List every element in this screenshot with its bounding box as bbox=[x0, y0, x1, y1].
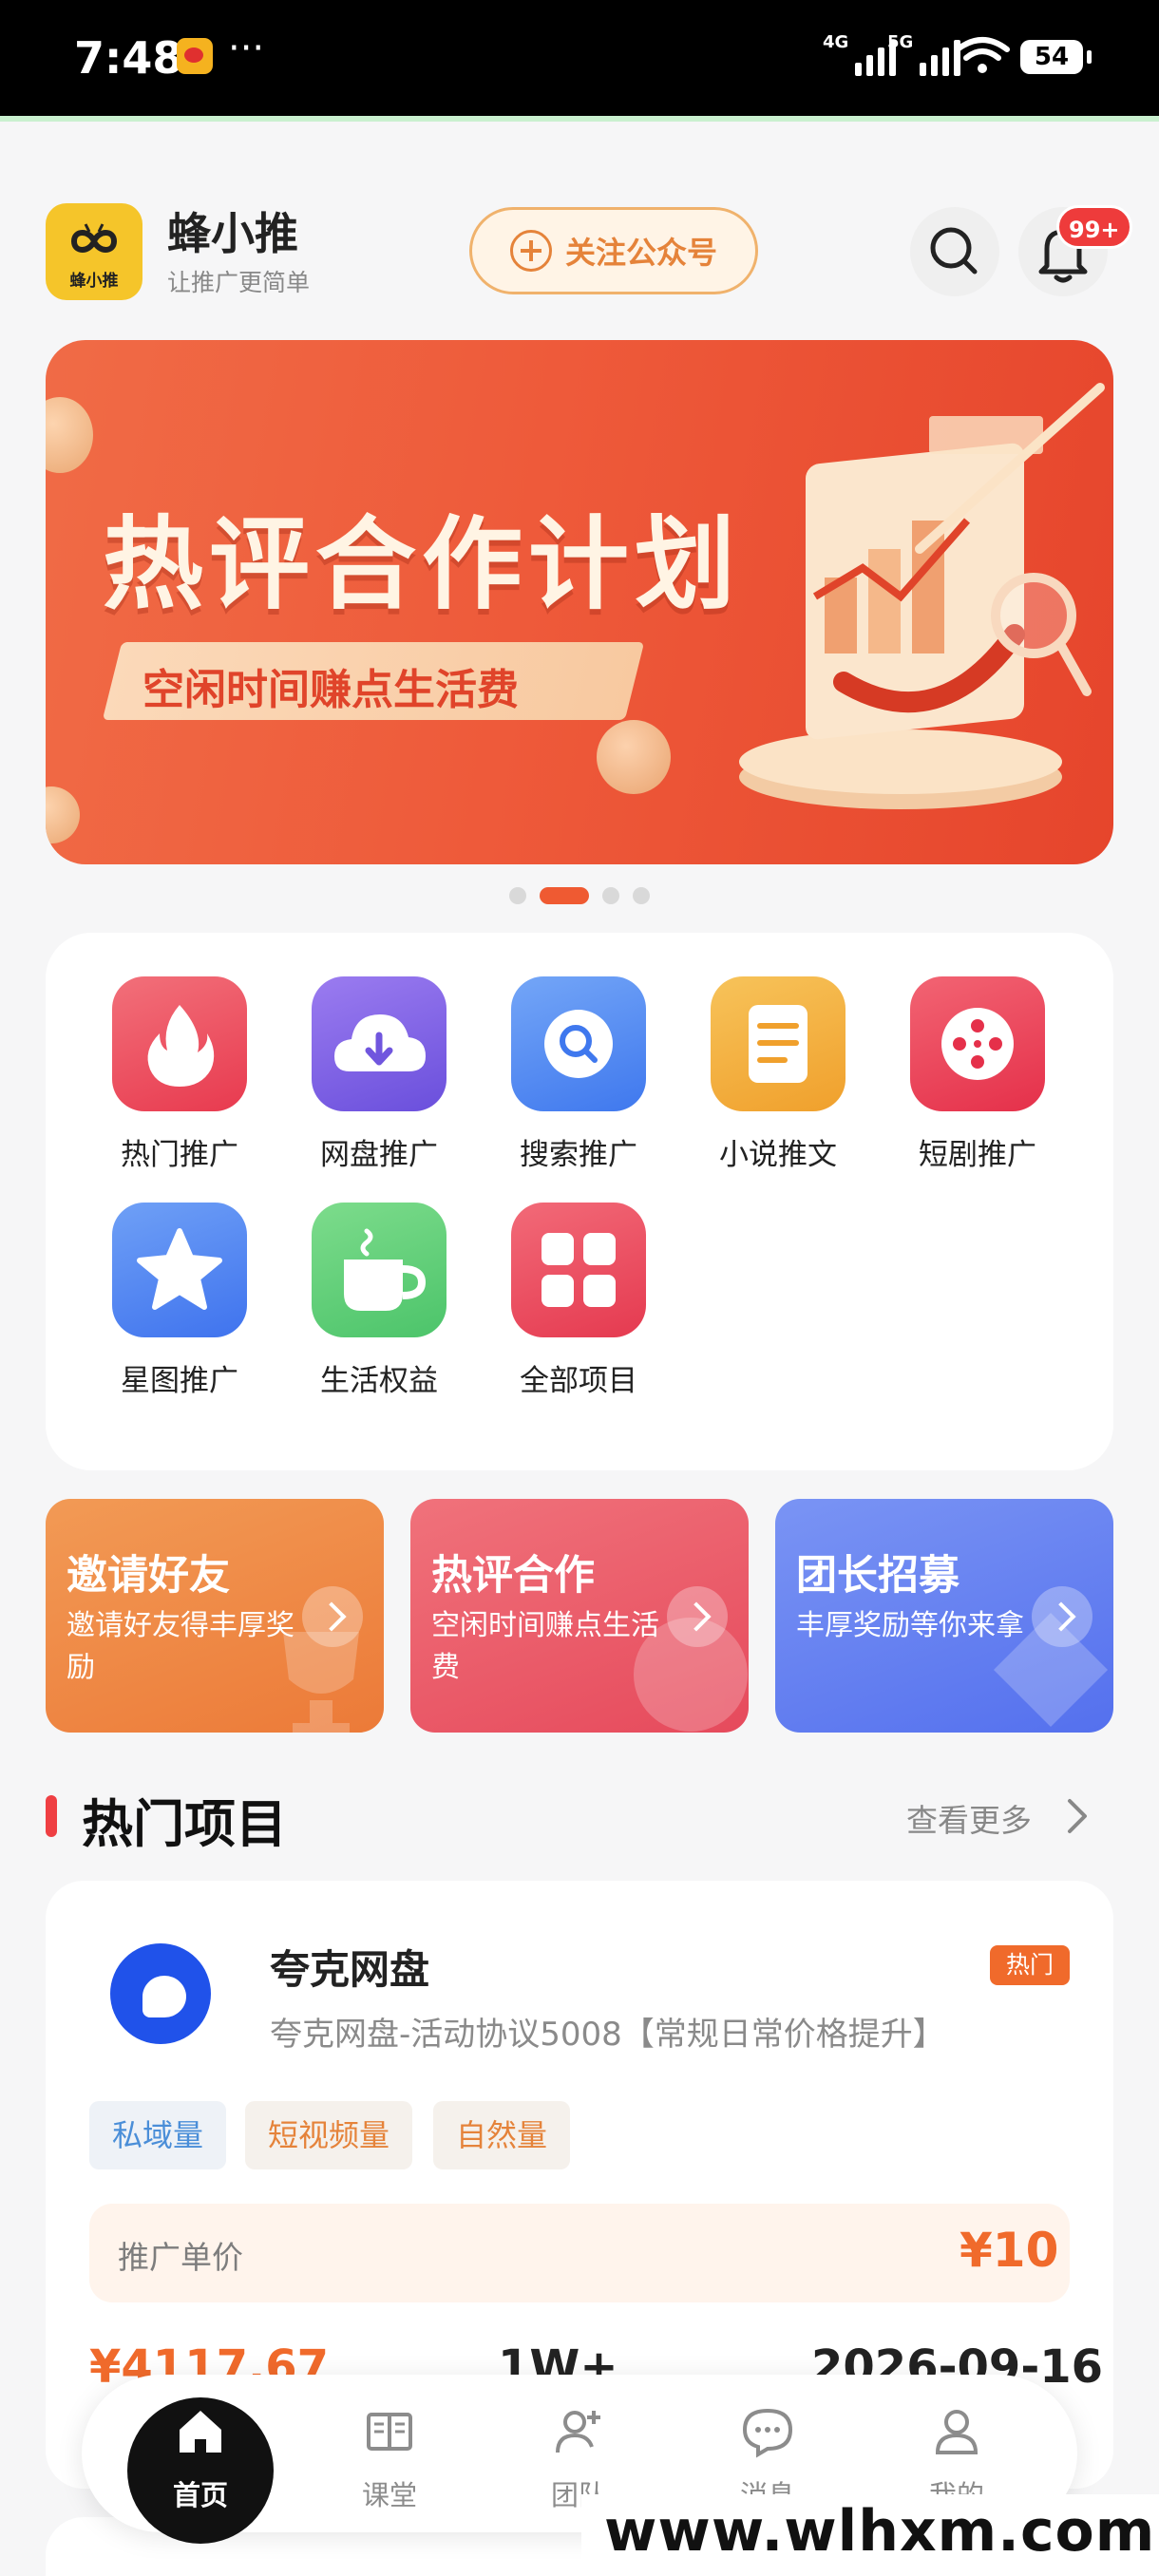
star-icon bbox=[112, 1203, 247, 1337]
status-more-dots: ··· bbox=[228, 27, 265, 70]
invite-friends-card[interactable]: 邀请好友 邀请好友得丰厚奖励 bbox=[46, 1499, 384, 1733]
category-short-drama-promotion[interactable]: 短剧推广 bbox=[892, 976, 1063, 1173]
promo-desc: 空闲时间赚点生活费 bbox=[431, 1609, 659, 1684]
category-label: 生活权益 bbox=[320, 1364, 438, 1398]
book-icon bbox=[367, 2413, 412, 2451]
promo-desc: 邀请好友得丰厚奖励 bbox=[66, 1609, 294, 1684]
cloud-download-icon bbox=[312, 976, 446, 1111]
cellular-signal-5g-icon: 5G bbox=[887, 32, 961, 76]
traffic-tag: 私域量 bbox=[89, 2101, 227, 2169]
category-life-benefits[interactable]: 生活权益 bbox=[294, 1203, 465, 1399]
carousel-dot-active[interactable] bbox=[540, 887, 589, 904]
coin-decoration bbox=[46, 786, 80, 843]
coin-decoration bbox=[597, 720, 671, 794]
promo-title: 邀请好友 bbox=[66, 1552, 230, 1600]
battery-indicator: 54 bbox=[1020, 40, 1092, 74]
category-cloud-promotion[interactable]: 网盘推广 bbox=[294, 976, 465, 1173]
project-name: 夸克网盘 bbox=[270, 1946, 430, 1993]
view-more-link[interactable]: 查看更多 bbox=[906, 1795, 1032, 1841]
category-search-promotion[interactable]: 搜索推广 bbox=[493, 976, 664, 1173]
search-button[interactable] bbox=[910, 207, 999, 296]
section-title: 热门项目 bbox=[82, 1794, 287, 1854]
plus-circle-icon bbox=[509, 230, 552, 272]
promo-title: 热评合作 bbox=[431, 1552, 595, 1600]
chevron-right-icon bbox=[667, 1586, 728, 1647]
category-novel-promotion[interactable]: 小说推文 bbox=[693, 976, 864, 1173]
category-label: 网盘推广 bbox=[320, 1138, 438, 1172]
category-label: 全部项目 bbox=[520, 1364, 637, 1398]
document-icon bbox=[711, 976, 846, 1111]
category-label: 小说推文 bbox=[719, 1138, 837, 1172]
team-leader-recruit-card[interactable]: 团长招募 丰厚奖励等你来拿 bbox=[775, 1499, 1113, 1733]
traffic-tag: 短视频量 bbox=[245, 2101, 413, 2169]
app-slogan: 让推广更简单 bbox=[167, 269, 311, 296]
hot-review-card[interactable]: 热评合作 空闲时间赚点生活费 bbox=[410, 1499, 749, 1733]
flame-icon bbox=[112, 976, 247, 1111]
category-label: 短剧推广 bbox=[919, 1138, 1036, 1172]
chevron-right-icon bbox=[302, 1586, 363, 1647]
status-divider bbox=[0, 116, 1159, 122]
chevron-right-icon[interactable] bbox=[1058, 1797, 1096, 1835]
search-icon bbox=[511, 976, 646, 1111]
tab-home[interactable]: 首页 bbox=[129, 2403, 272, 2513]
logo-text: 蜂小推 bbox=[69, 272, 119, 291]
coin-decoration bbox=[46, 397, 93, 473]
carousel-dot[interactable] bbox=[633, 887, 650, 904]
promo-desc: 丰厚奖励等你来拿 bbox=[796, 1609, 1024, 1642]
chevron-right-icon bbox=[1032, 1586, 1092, 1647]
category-star-promotion[interactable]: 星图推广 bbox=[94, 1203, 265, 1399]
coffee-cup-icon bbox=[312, 1203, 446, 1337]
section-accent-bar bbox=[46, 1795, 57, 1837]
tab-classroom[interactable]: 课堂 bbox=[318, 2403, 461, 2513]
banner-title: 热评合作计划 bbox=[103, 506, 741, 623]
category-label: 搜索推广 bbox=[520, 1138, 637, 1172]
quark-logo-icon bbox=[110, 1943, 211, 2044]
tab-label: 首页 bbox=[172, 2479, 228, 2511]
hot-badge: 热门 bbox=[990, 1945, 1070, 1985]
price-label: 推广单价 bbox=[118, 2239, 243, 2276]
home-icon bbox=[180, 2411, 221, 2453]
banner-subtitle: 空闲时间赚点生活费 bbox=[142, 666, 519, 714]
wifi-icon bbox=[955, 37, 1010, 73]
watermark-text: www.wlhxm.com bbox=[604, 2498, 1156, 2565]
app-logo: 蜂小推 bbox=[46, 203, 142, 300]
tab-label: 课堂 bbox=[361, 2479, 417, 2511]
search-icon bbox=[930, 227, 978, 275]
follow-label: 关注公众号 bbox=[564, 235, 717, 271]
site-watermark: www.wlhxm.com bbox=[581, 2494, 1159, 2576]
project-description: 夸克网盘-活动协议5008【常规日常价格提升】 bbox=[270, 2016, 945, 2054]
weibo-notification-icon bbox=[177, 38, 213, 74]
follow-official-account-button[interactable]: 关注公众号 bbox=[469, 207, 758, 294]
film-reel-icon bbox=[910, 976, 1045, 1111]
carousel-dot[interactable] bbox=[509, 887, 526, 904]
grid-icon bbox=[511, 1203, 646, 1337]
category-hot-promotion[interactable]: 热门推广 bbox=[94, 976, 265, 1173]
cellular-signal-4g-icon: 4G bbox=[823, 32, 897, 76]
notification-badge: 99+ bbox=[1056, 205, 1132, 249]
user-icon bbox=[935, 2410, 978, 2454]
status-bar: 7:48 ··· 4G 5G 54 bbox=[0, 0, 1159, 116]
promo-banner[interactable]: 热评合作计划 空闲时间赚点生活费 bbox=[46, 340, 1113, 864]
status-time: 7:48 bbox=[74, 32, 183, 84]
category-all-projects[interactable]: 全部项目 bbox=[493, 1203, 664, 1399]
chat-icon bbox=[742, 2408, 793, 2458]
chart-podium-illustration bbox=[739, 383, 1105, 809]
category-label: 热门推广 bbox=[121, 1138, 238, 1172]
carousel-dot[interactable] bbox=[602, 887, 619, 904]
bee-logo-icon bbox=[70, 223, 118, 253]
category-label: 星图推广 bbox=[121, 1364, 238, 1398]
traffic-tag: 自然量 bbox=[433, 2101, 571, 2169]
app-name: 蜂小推 bbox=[167, 208, 298, 259]
price-value: ¥10 bbox=[960, 2223, 1059, 2278]
promo-title: 团长招募 bbox=[796, 1552, 960, 1600]
banner-carousel-indicator bbox=[0, 887, 1159, 904]
add-user-icon bbox=[556, 2411, 600, 2453]
